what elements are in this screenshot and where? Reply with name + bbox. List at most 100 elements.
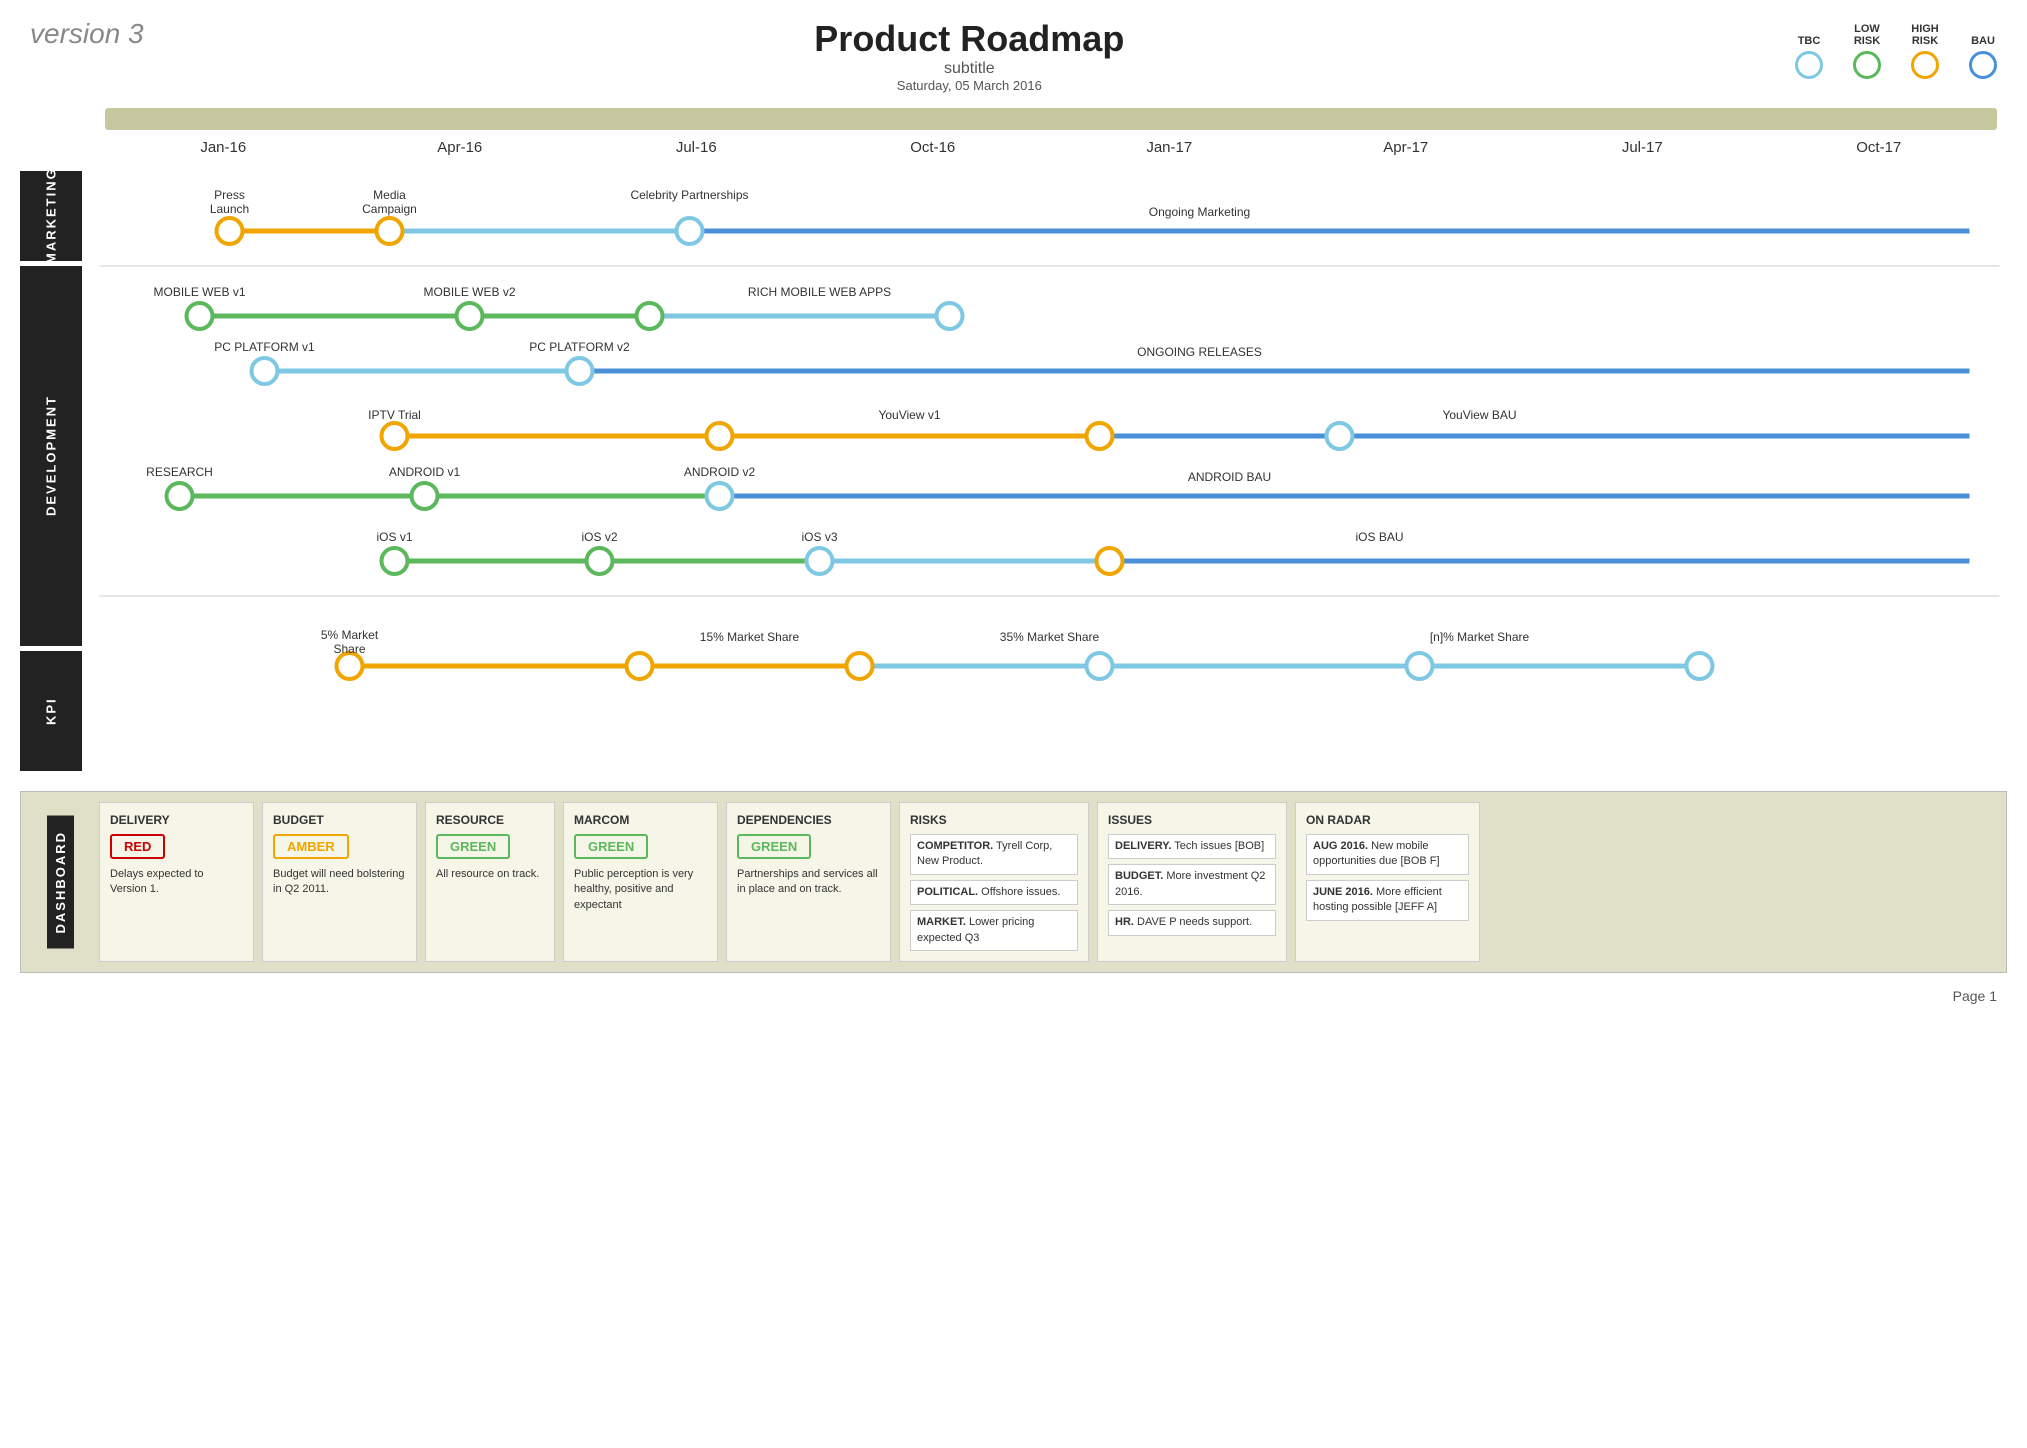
- legend: TBC LOWRISK HIGHRISK BAU: [1795, 18, 1997, 79]
- timeline-header: Jan-16 Apr-16 Jul-16 Oct-16 Jan-17 Apr-1…: [0, 93, 2027, 156]
- svg-text:15% Market Share: 15% Market Share: [700, 630, 800, 644]
- svg-text:RICH MOBILE WEB APPS: RICH MOBILE WEB APPS: [748, 285, 891, 299]
- legend-tbc: TBC: [1795, 35, 1823, 79]
- timeline-bar: [105, 108, 1997, 130]
- svg-text:ONGOING RELEASES: ONGOING RELEASES: [1137, 345, 1262, 359]
- risk-item-2: POLITICAL. Offshore issues.: [910, 880, 1078, 905]
- month-jul16: Jul-16: [578, 139, 815, 156]
- svg-text:ANDROID v2: ANDROID v2: [684, 465, 756, 479]
- month-oct16: Oct-16: [815, 139, 1052, 156]
- legend-bau: BAU: [1969, 35, 1997, 79]
- section-labels-col: MARKETING DEVELOPMENT KPI: [20, 171, 82, 776]
- svg-text:iOS v3: iOS v3: [801, 530, 837, 544]
- svg-text:RESEARCH: RESEARCH: [146, 465, 213, 479]
- version-label: version 3: [30, 18, 144, 50]
- month-jan17: Jan-17: [1051, 139, 1288, 156]
- delivery-text: Delays expected to Version 1.: [110, 867, 243, 898]
- month-jan16: Jan-16: [105, 139, 342, 156]
- risk-item-1: COMPETITOR. Tyrell Corp, New Product.: [910, 834, 1078, 875]
- gantt-area: Press Launch Media Campaign Celebrity Pa…: [82, 171, 2007, 776]
- resource-title: RESOURCE: [436, 813, 544, 827]
- svg-text:5% Market: 5% Market: [321, 628, 379, 642]
- subtitle: subtitle: [814, 60, 1124, 78]
- svg-text:Press: Press: [214, 188, 245, 202]
- dependencies-text: Partnerships and services all in place a…: [737, 867, 880, 898]
- svg-text:[n]% Market Share: [n]% Market Share: [1430, 630, 1530, 644]
- page-number: Page 1: [0, 983, 2027, 1009]
- radar-title: ON RADAR: [1306, 813, 1469, 827]
- svg-text:IPTV Trial: IPTV Trial: [368, 408, 421, 422]
- section-label-development: DEVELOPMENT: [20, 266, 82, 646]
- issues-card: ISSUES DELIVERY. Tech issues [BOB] BUDGE…: [1097, 802, 1287, 962]
- resource-status: GREEN: [436, 834, 510, 859]
- gantt-svg: Press Launch Media Campaign Celebrity Pa…: [92, 171, 2007, 771]
- svg-text:Campaign: Campaign: [362, 202, 417, 216]
- radar-item-1: AUG 2016. New mobile opportunities due […: [1306, 834, 1469, 875]
- risk-item-3: MARKET. Lower pricing expected Q3: [910, 910, 1078, 951]
- svg-text:Launch: Launch: [210, 202, 249, 216]
- marcom-title: MARCOM: [574, 813, 707, 827]
- svg-text:MOBILE WEB v2: MOBILE WEB v2: [423, 285, 515, 299]
- marcom-card: MARCOM GREEN Public perception is very h…: [563, 802, 718, 962]
- month-apr17: Apr-17: [1288, 139, 1525, 156]
- svg-text:35% Market Share: 35% Market Share: [1000, 630, 1100, 644]
- radar-list: AUG 2016. New mobile opportunities due […: [1306, 834, 1469, 921]
- svg-text:iOS BAU: iOS BAU: [1355, 530, 1403, 544]
- svg-text:YouView BAU: YouView BAU: [1442, 408, 1516, 422]
- dashboard-section: DASHBOARD DELIVERY RED Delays expected t…: [20, 791, 2007, 973]
- month-jul17: Jul-17: [1524, 139, 1761, 156]
- svg-text:PC PLATFORM v1: PC PLATFORM v1: [214, 340, 315, 354]
- svg-text:iOS v2: iOS v2: [581, 530, 617, 544]
- delivery-card: DELIVERY RED Delays expected to Version …: [99, 802, 254, 962]
- month-apr16: Apr-16: [342, 139, 579, 156]
- delivery-title: DELIVERY: [110, 813, 243, 827]
- high-risk-circle: [1911, 51, 1939, 79]
- svg-text:ANDROID v1: ANDROID v1: [389, 465, 461, 479]
- dashboard-cards: DELIVERY RED Delays expected to Version …: [99, 802, 1996, 962]
- budget-status: AMBER: [273, 834, 349, 859]
- header: version 3 Product Roadmap subtitle Satur…: [0, 0, 2027, 93]
- dashboard-label-col: DASHBOARD: [31, 802, 89, 962]
- budget-text: Budget will need bolstering in Q2 2011.: [273, 867, 406, 898]
- svg-text:PC PLATFORM v2: PC PLATFORM v2: [529, 340, 630, 354]
- dependencies-card: DEPENDENCIES GREEN Partnerships and serv…: [726, 802, 891, 962]
- marcom-text: Public perception is very healthy, posit…: [574, 867, 707, 913]
- radar-card: ON RADAR AUG 2016. New mobile opportunit…: [1295, 802, 1480, 962]
- svg-text:iOS v1: iOS v1: [376, 530, 412, 544]
- main-title: Product Roadmap: [814, 18, 1124, 60]
- section-label-marketing: MARKETING: [20, 171, 82, 261]
- budget-title: BUDGET: [273, 813, 406, 827]
- timeline-months: Jan-16 Apr-16 Jul-16 Oct-16 Jan-17 Apr-1…: [105, 135, 1997, 156]
- dependencies-status: GREEN: [737, 834, 811, 859]
- section-label-kpi: KPI: [20, 651, 82, 771]
- issue-item-1: DELIVERY. Tech issues [BOB]: [1108, 834, 1276, 859]
- bau-circle: [1969, 51, 1997, 79]
- marcom-status: GREEN: [574, 834, 648, 859]
- legend-low-risk: LOWRISK: [1853, 23, 1881, 79]
- issue-item-2: BUDGET. More investment Q2 2016.: [1108, 864, 1276, 905]
- svg-text:Celebrity Partnerships: Celebrity Partnerships: [630, 188, 748, 202]
- dependencies-title: DEPENDENCIES: [737, 813, 880, 827]
- budget-card: BUDGET AMBER Budget will need bolstering…: [262, 802, 417, 962]
- issues-title: ISSUES: [1108, 813, 1276, 827]
- svg-text:Media: Media: [373, 188, 406, 202]
- risks-card: RISKS COMPETITOR. Tyrell Corp, New Produ…: [899, 802, 1089, 962]
- resource-text: All resource on track.: [436, 867, 544, 882]
- month-oct17: Oct-17: [1761, 139, 1998, 156]
- tbc-circle: [1795, 51, 1823, 79]
- delivery-status: RED: [110, 834, 165, 859]
- issues-list: DELIVERY. Tech issues [BOB] BUDGET. More…: [1108, 834, 1276, 936]
- svg-text:Ongoing Marketing: Ongoing Marketing: [1149, 205, 1250, 219]
- roadmap-main: MARKETING DEVELOPMENT KPI Press Launch M…: [0, 171, 2027, 776]
- risks-list: COMPETITOR. Tyrell Corp, New Product. PO…: [910, 834, 1078, 951]
- svg-text:MOBILE WEB v1: MOBILE WEB v1: [153, 285, 245, 299]
- low-risk-circle: [1853, 51, 1881, 79]
- date: Saturday, 05 March 2016: [814, 78, 1124, 93]
- radar-item-2: JUNE 2016. More efficient hosting possib…: [1306, 880, 1469, 921]
- svg-text:ANDROID BAU: ANDROID BAU: [1188, 470, 1271, 484]
- svg-text:Share: Share: [333, 642, 365, 656]
- resource-card: RESOURCE GREEN All resource on track.: [425, 802, 555, 962]
- svg-text:YouView v1: YouView v1: [878, 408, 940, 422]
- legend-high-risk: HIGHRISK: [1911, 23, 1939, 79]
- title-block: Product Roadmap subtitle Saturday, 05 Ma…: [814, 18, 1124, 93]
